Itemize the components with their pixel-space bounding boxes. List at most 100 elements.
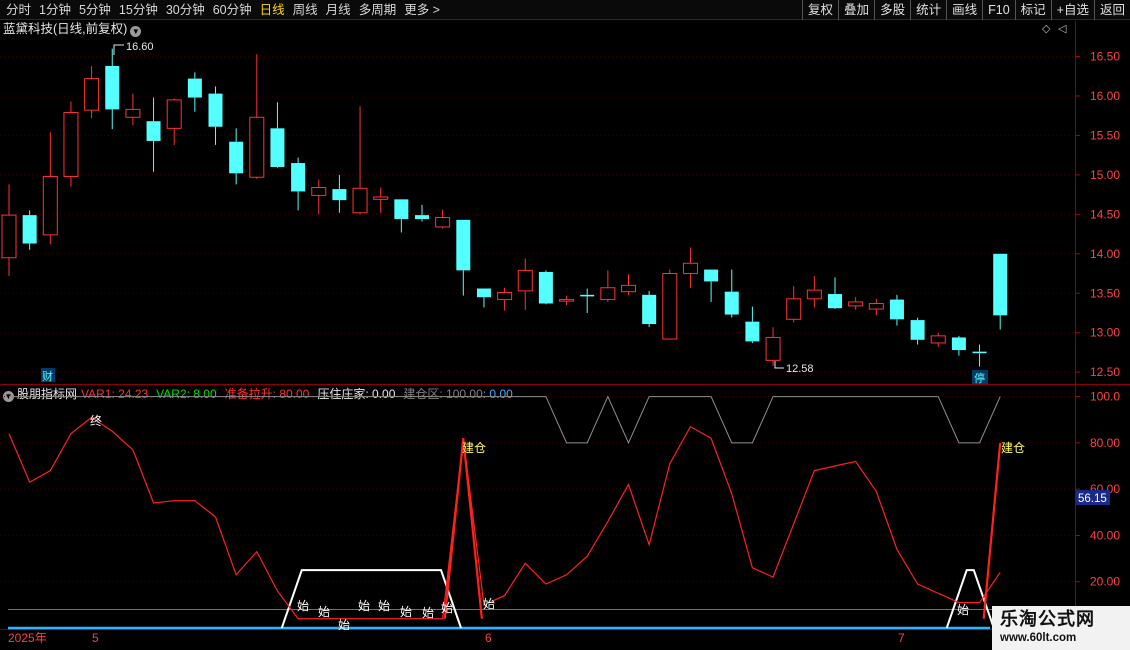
- shi-label: 始: [318, 605, 330, 619]
- candle: [724, 269, 739, 318]
- shi-label: 始: [378, 599, 390, 613]
- candle: [208, 86, 223, 145]
- candle: [125, 93, 141, 126]
- candle-body-up: [373, 196, 389, 200]
- tab-5min[interactable]: 5分钟: [75, 0, 115, 20]
- ting-marker: 停: [974, 371, 985, 385]
- candle: [848, 297, 864, 310]
- price-tick-label: 13.00: [1090, 326, 1120, 340]
- candle: [538, 270, 553, 305]
- tab-more[interactable]: 更多 >: [400, 0, 444, 20]
- toolbar-buttons: 复权 叠加 多股 统计 画线 F10 标记 +自选 返回: [802, 0, 1130, 20]
- tab-multi-period[interactable]: 多周期: [355, 0, 401, 20]
- candle: [187, 72, 202, 112]
- multi-stock-button[interactable]: 多股: [874, 0, 910, 20]
- candle-body-down: [951, 337, 966, 351]
- jiancangqu-line: [9, 395, 1001, 445]
- price-tick-label: 12.50: [1090, 365, 1120, 379]
- draw-line-button[interactable]: 画线: [946, 0, 982, 20]
- candle: [229, 128, 244, 185]
- tab-monthly[interactable]: 月线: [322, 0, 355, 20]
- var1-line: [8, 416, 1001, 620]
- tab-1min[interactable]: 1分钟: [35, 0, 75, 20]
- candle: [745, 306, 760, 343]
- candle: [600, 270, 616, 302]
- overlay-button[interactable]: 叠加: [838, 0, 874, 20]
- tab-15min[interactable]: 15分钟: [115, 0, 162, 20]
- candle: [889, 294, 904, 326]
- candle: [146, 97, 161, 172]
- candle: [311, 179, 327, 215]
- back-button[interactable]: 返回: [1093, 0, 1130, 20]
- candle-body-down: [187, 78, 202, 98]
- tab-daily[interactable]: 日线: [256, 0, 289, 20]
- watermark-title: 乐淘公式网: [1000, 609, 1095, 629]
- candle-body-up: [930, 335, 946, 344]
- candle: [704, 269, 719, 302]
- candle: [456, 219, 471, 296]
- high-price-label: 16.60: [126, 41, 154, 53]
- price-chart[interactable]: 16.50 16.00 15.50 15.00 14.50 14.00 13.50 13.00…: [0, 20, 1130, 385]
- low-price-label: 12.58: [786, 363, 814, 375]
- mark-button[interactable]: 标记: [1014, 0, 1051, 20]
- tab-weekly[interactable]: 周线: [289, 0, 322, 20]
- candle-body-down: [270, 128, 285, 167]
- candle: [559, 295, 575, 306]
- candle: [84, 65, 100, 119]
- tab-60min[interactable]: 60分钟: [209, 0, 256, 20]
- candle: [435, 209, 451, 229]
- candle: [828, 277, 842, 310]
- candle-body-down: [889, 299, 904, 320]
- candle-body-down: [208, 93, 223, 127]
- jiancang-label: 建仓: [462, 441, 486, 455]
- candle-body-down: [910, 320, 925, 340]
- high-price-pointer: [113, 44, 124, 55]
- cai-marker: 财: [42, 369, 53, 383]
- candle-body-up: [311, 187, 327, 196]
- candle: [63, 101, 79, 187]
- candle-body-down: [332, 189, 347, 201]
- candle: [476, 288, 491, 308]
- f10-button[interactable]: F10: [982, 0, 1015, 20]
- indicator-chart[interactable]: 100.080.0060.0040.0020.0056.15 终建仓 建仓始 始始始…: [0, 385, 1130, 630]
- candle-body-up: [1, 214, 17, 259]
- shi-label: 始: [338, 618, 350, 630]
- candle-body-up: [166, 99, 182, 129]
- candle: [166, 98, 182, 145]
- candle-body-down: [724, 291, 739, 315]
- candle: [1, 184, 17, 276]
- candle-body-up: [765, 336, 781, 361]
- price-tick-label: 13.50: [1090, 286, 1120, 300]
- add-watchlist-button[interactable]: +自选: [1050, 0, 1094, 20]
- jiancang-spike: [443, 438, 483, 619]
- candle-body-up: [517, 269, 533, 292]
- tab-fenshi[interactable]: 分时: [2, 0, 35, 20]
- restore-rights-button[interactable]: 复权: [802, 0, 838, 20]
- shi-label: 始: [422, 606, 434, 620]
- candle: [270, 102, 285, 168]
- tab-30min[interactable]: 30分钟: [162, 0, 209, 20]
- price-tick-label: 15.50: [1090, 128, 1120, 142]
- candle: [332, 174, 347, 213]
- candle-body-up: [868, 303, 884, 310]
- indicator-tick-label: 20.00: [1090, 575, 1120, 589]
- candle-body-up: [848, 301, 864, 307]
- candle-body-up: [682, 262, 698, 275]
- candle-body-down: [828, 294, 842, 309]
- candle-body-up: [63, 112, 79, 177]
- candle-body-down: [538, 271, 553, 304]
- candle: [868, 298, 884, 316]
- candle-body-down: [993, 253, 1008, 316]
- statistics-button[interactable]: 统计: [910, 0, 946, 20]
- candle: [373, 187, 389, 213]
- candle-body-down: [580, 294, 595, 297]
- candle: [22, 210, 37, 250]
- shi-label: 始: [483, 597, 495, 611]
- candle: [662, 269, 678, 340]
- candle: [642, 290, 657, 328]
- candle-body-down: [704, 269, 719, 282]
- shi-label: 始: [957, 603, 969, 617]
- candle: [682, 247, 698, 288]
- candle-body-up: [621, 284, 636, 293]
- price-tick-label: 16.00: [1090, 89, 1120, 103]
